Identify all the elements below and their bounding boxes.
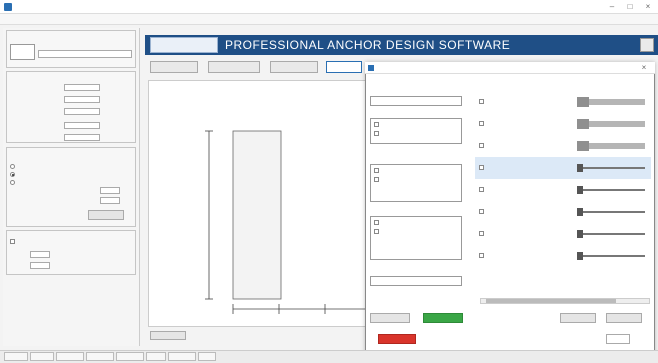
- product-row-6-thumbnail: [575, 204, 647, 220]
- scale-field-1[interactable]: [30, 251, 50, 258]
- product-row-3[interactable]: [475, 135, 651, 157]
- status-tab-8[interactable]: [198, 352, 216, 361]
- scale-checkbox[interactable]: [10, 239, 15, 244]
- filter-list-2: [370, 164, 462, 202]
- filter-select-1[interactable]: [370, 96, 462, 106]
- filter-list-3: [370, 216, 462, 260]
- window-titlebar: [0, 0, 658, 14]
- app-icon: [4, 3, 12, 11]
- product-row-5[interactable]: [475, 179, 651, 201]
- product-row-4-selected[interactable]: [475, 157, 651, 179]
- status-tab-3[interactable]: [56, 352, 84, 361]
- scale-field-2[interactable]: [30, 262, 50, 269]
- product-row-8-thumbnail: [575, 248, 647, 264]
- dialog-close-icon[interactable]: ×: [636, 63, 652, 73]
- product-row-4-thumbnail: [575, 160, 647, 176]
- product-row-2-thumbnail: [575, 116, 647, 132]
- drawing-button[interactable]: [150, 331, 186, 340]
- status-tab-7[interactable]: [168, 352, 196, 361]
- dialog-button-red[interactable]: [378, 334, 416, 344]
- anchor-plate-outline: [232, 130, 282, 300]
- tab-3[interactable]: [270, 61, 318, 73]
- filter-list-1: [370, 118, 462, 144]
- tab-2[interactable]: [208, 61, 260, 73]
- scrollbar-thumb[interactable]: [486, 299, 616, 303]
- connection-type-dropdown[interactable]: [38, 50, 132, 58]
- product-row-7-thumbnail: [575, 226, 647, 242]
- minimize-icon[interactable]: –: [604, 2, 620, 12]
- supports-field-4[interactable]: [64, 122, 100, 129]
- filter-3-checkbox-1[interactable]: [374, 220, 379, 225]
- product-row-5-checkbox[interactable]: [479, 187, 484, 192]
- filter-1-checkbox-2[interactable]: [374, 131, 379, 136]
- product-row-7-checkbox[interactable]: [479, 231, 484, 236]
- logo-icon: [150, 37, 218, 53]
- product-row-2-checkbox[interactable]: [479, 121, 484, 126]
- calculate-button[interactable]: [88, 210, 124, 220]
- header-corner-button[interactable]: [640, 38, 654, 52]
- drawing-area: [148, 80, 367, 327]
- product-row-1[interactable]: [475, 91, 651, 113]
- close-icon[interactable]: ×: [640, 2, 656, 12]
- product-row-3-checkbox[interactable]: [479, 143, 484, 148]
- status-tab-5[interactable]: [116, 352, 144, 361]
- dialog-button-3[interactable]: [560, 313, 596, 323]
- product-row-8[interactable]: [475, 245, 651, 267]
- layout-field-2[interactable]: [100, 197, 120, 204]
- dialog-counter-field[interactable]: [606, 334, 630, 344]
- product-row-8-checkbox[interactable]: [479, 253, 484, 258]
- product-row-1-thumbnail: [575, 94, 647, 110]
- status-tab-4[interactable]: [86, 352, 114, 361]
- supports-geometry-group: [6, 71, 136, 143]
- product-row-1-checkbox[interactable]: [479, 99, 484, 104]
- status-tab-2[interactable]: [30, 352, 54, 361]
- tab-1[interactable]: [150, 61, 198, 73]
- status-tab-6[interactable]: [146, 352, 166, 361]
- product-row-7[interactable]: [475, 223, 651, 245]
- filter-1-checkbox-1[interactable]: [374, 122, 379, 127]
- layout-radio-1[interactable]: [10, 164, 15, 169]
- supports-field-1[interactable]: [64, 84, 100, 91]
- filter-3-checkbox-2[interactable]: [374, 229, 379, 234]
- product-row-3-thumbnail: [575, 138, 647, 154]
- product-row-2[interactable]: [475, 113, 651, 135]
- dialog-titlebar: [365, 62, 655, 74]
- dialog-icon: [368, 65, 374, 71]
- product-row-5-thumbnail: [575, 182, 647, 198]
- status-tab-1[interactable]: [4, 352, 28, 361]
- product-row-6-checkbox[interactable]: [479, 209, 484, 214]
- maximize-icon[interactable]: □: [622, 2, 638, 12]
- product-row-6[interactable]: [475, 201, 651, 223]
- layout-radio-3[interactable]: [10, 180, 15, 185]
- supports-field-2[interactable]: [64, 96, 100, 103]
- dialog-button-1[interactable]: [370, 313, 410, 323]
- filter-2-checkbox-2[interactable]: [374, 177, 379, 182]
- filter-2-checkbox-1[interactable]: [374, 168, 379, 173]
- layout-field-1[interactable]: [100, 187, 120, 194]
- dialog-button-4[interactable]: [606, 313, 642, 323]
- filter-select-2[interactable]: [370, 276, 462, 286]
- product-row-4-checkbox[interactable]: [479, 165, 484, 170]
- supports-field-5[interactable]: [64, 134, 100, 141]
- dialog-button-green[interactable]: [423, 313, 463, 323]
- supports-scale-group: [6, 230, 136, 275]
- drawing-canvas: [205, 130, 367, 314]
- layout-radio-2[interactable]: [10, 172, 15, 177]
- supports-field-3[interactable]: [64, 108, 100, 115]
- tab-4-active[interactable]: [326, 61, 362, 73]
- connection-type-thumbnail: [10, 44, 35, 60]
- menu-bar: [0, 14, 658, 25]
- page-title: PROFESSIONAL ANCHOR DESIGN SOFTWARE: [225, 38, 511, 52]
